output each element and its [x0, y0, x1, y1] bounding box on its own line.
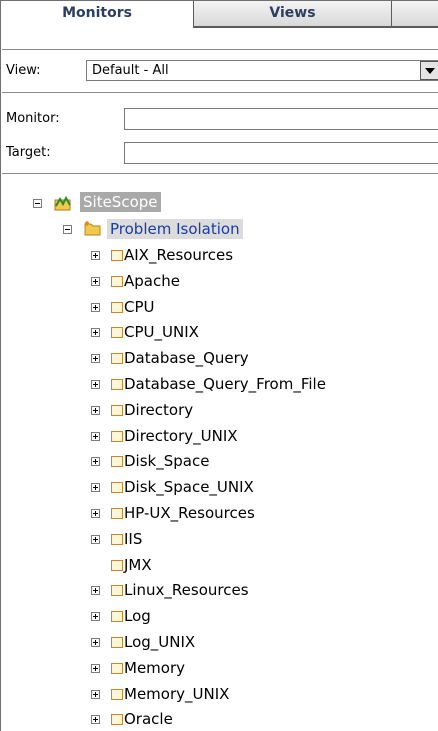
tree-group-label[interactable]: Apache: [124, 272, 180, 290]
tree-group-label[interactable]: Oracle: [124, 710, 173, 728]
monitor-group-icon: [111, 482, 123, 493]
expand-icon[interactable]: [91, 432, 100, 441]
monitor-group-icon: [111, 611, 123, 622]
target-label: Target:: [6, 145, 51, 160]
tree-group-label[interactable]: Directory_UNIX: [124, 427, 238, 445]
expand-icon[interactable]: [91, 277, 100, 286]
tree-root-label[interactable]: SiteScope: [80, 192, 161, 212]
expand-icon[interactable]: [91, 664, 100, 673]
monitor-group-icon: [111, 302, 123, 313]
expand-icon[interactable]: [91, 328, 100, 337]
view-select-value: Default - All: [92, 63, 169, 78]
view-select[interactable]: Default - All: [86, 60, 438, 81]
monitor-group-icon: [111, 689, 123, 700]
monitor-tree-panel: Monitors Views View: Default - All Monit…: [0, 0, 438, 731]
expand-icon[interactable]: [91, 535, 100, 544]
collapse-folder-icon[interactable]: [63, 225, 72, 234]
monitor-label: Monitor:: [6, 111, 60, 126]
view-label: View:: [6, 63, 41, 78]
tree-group-label[interactable]: Disk_Space_UNIX: [124, 478, 254, 496]
divider: [2, 173, 438, 174]
expand-icon[interactable]: [91, 457, 100, 466]
tree-group-label[interactable]: Database_Query: [124, 349, 249, 367]
monitor-input[interactable]: [124, 108, 438, 130]
tree-group-label[interactable]: IIS: [124, 530, 142, 548]
expand-icon[interactable]: [91, 509, 100, 518]
tab-bar: Monitors Views: [1, 1, 438, 28]
tab-underline: [193, 27, 438, 28]
sitescope-icon: [54, 195, 71, 211]
tree-group-label[interactable]: Disk_Space: [124, 452, 209, 470]
monitor-group-icon: [111, 276, 123, 287]
expand-icon[interactable]: [91, 303, 100, 312]
expand-icon[interactable]: [91, 612, 100, 621]
tree-group-label[interactable]: CPU: [124, 298, 155, 316]
expand-icon[interactable]: [91, 715, 100, 724]
tab-views[interactable]: Views: [193, 1, 392, 27]
monitor-group-icon: [111, 327, 123, 338]
tree-group-label[interactable]: Log_UNIX: [124, 633, 195, 651]
monitor-group-icon: [111, 405, 123, 416]
folder-icon: [84, 221, 101, 236]
tree-folder-label[interactable]: Problem Isolation: [107, 219, 243, 239]
expand-icon[interactable]: [91, 380, 100, 389]
tree-group-label[interactable]: CPU_UNIX: [124, 323, 199, 341]
tab-monitors[interactable]: Monitors: [1, 1, 194, 27]
tree-group-label[interactable]: Memory: [124, 659, 185, 677]
monitor-group-icon: [111, 663, 123, 674]
divider: [2, 92, 438, 93]
monitor-group-icon: [111, 560, 123, 571]
monitor-group-icon: [111, 431, 123, 442]
monitor-group-icon: [111, 379, 123, 390]
expand-icon[interactable]: [91, 406, 100, 415]
chevron-down-icon[interactable]: [420, 61, 438, 80]
monitor-group-icon: [111, 714, 123, 725]
monitor-group-icon: [111, 353, 123, 364]
expand-icon[interactable]: [91, 251, 100, 260]
expand-icon[interactable]: [91, 586, 100, 595]
divider: [2, 49, 438, 50]
tab-extra[interactable]: [391, 1, 438, 27]
tree-group-label[interactable]: Directory: [124, 401, 193, 419]
tree-group-label[interactable]: JMX: [124, 556, 152, 574]
expand-icon[interactable]: [91, 483, 100, 492]
target-input[interactable]: [124, 142, 438, 164]
expand-icon[interactable]: [91, 690, 100, 699]
monitor-group-icon: [111, 585, 123, 596]
monitor-group-icon: [111, 637, 123, 648]
expand-icon[interactable]: [91, 354, 100, 363]
monitor-group-icon: [111, 250, 123, 261]
tree-group-label[interactable]: Database_Query_From_File: [124, 375, 326, 393]
tree-group-label[interactable]: Linux_Resources: [124, 581, 249, 599]
tree-group-label[interactable]: AIX_Resources: [124, 246, 233, 264]
expand-icon[interactable]: [91, 638, 100, 647]
tree-group-label[interactable]: Log: [124, 607, 151, 625]
collapse-root-icon[interactable]: [33, 199, 42, 208]
tree-group-label[interactable]: Memory_UNIX: [124, 685, 229, 703]
tree-group-label[interactable]: HP-UX_Resources: [124, 504, 255, 522]
monitor-group-icon: [111, 508, 123, 519]
monitor-group-icon: [111, 456, 123, 467]
monitor-group-icon: [111, 534, 123, 545]
